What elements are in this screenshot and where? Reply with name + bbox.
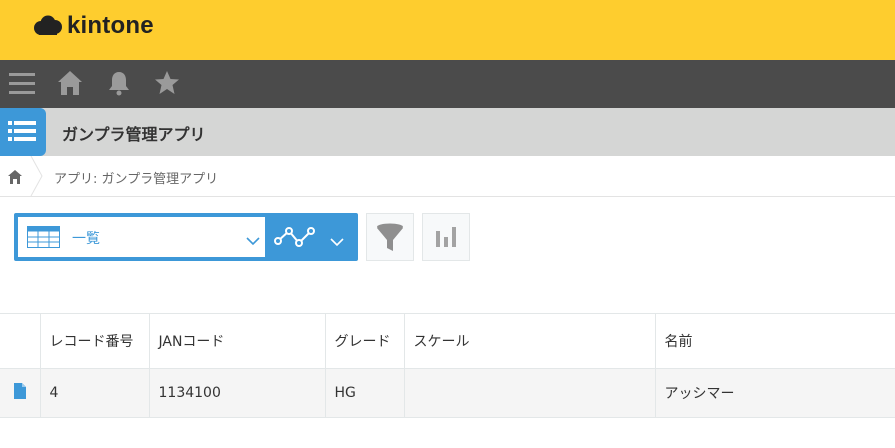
records-table: レコード番号 JANコード グレード スケール 名前 4 1134100 HG … [0, 313, 895, 418]
bell-icon[interactable] [106, 70, 132, 100]
app-header: ガンプラ管理アプリ [0, 108, 895, 156]
graph-dropdown-button[interactable] [272, 217, 356, 257]
breadcrumb-separator-icon [29, 155, 45, 200]
record-detail-link[interactable] [0, 368, 41, 418]
home-icon[interactable] [57, 70, 83, 100]
star-icon[interactable] [154, 70, 180, 100]
column-header-detail [0, 313, 41, 369]
column-header-name[interactable]: 名前 [655, 313, 895, 369]
breadcrumb-home-icon[interactable] [8, 169, 22, 188]
cloud-logo-icon [34, 15, 62, 35]
cell-grade: HG [325, 368, 405, 418]
chevron-down-icon [246, 231, 260, 250]
column-header-record-number[interactable]: レコード番号 [40, 313, 150, 369]
cell-jan-code: 1134100 [149, 368, 326, 418]
column-header-jan-code[interactable]: JANコード [149, 313, 326, 369]
brand-name: kintone [67, 12, 154, 39]
document-icon [13, 383, 26, 399]
view-name: 一覧 [72, 231, 100, 247]
cell-name: アッシマー [655, 368, 895, 418]
bar-chart-icon [436, 227, 456, 251]
table-view-icon [27, 226, 60, 252]
line-graph-icon [274, 225, 316, 253]
kintone-logo[interactable]: kintone [33, 12, 154, 40]
view-selector-group: 一覧 [14, 213, 358, 261]
breadcrumb: アプリ: ガンプラ管理アプリ [0, 155, 895, 200]
table-row[interactable]: 4 1134100 HG アッシマー [0, 368, 895, 418]
app-icon[interactable] [0, 108, 46, 156]
list-icon [8, 121, 36, 141]
cell-record-number: 4 [40, 368, 150, 418]
top-nav [0, 60, 895, 108]
cell-scale [404, 368, 656, 418]
view-select-dropdown[interactable]: 一覧 [18, 217, 265, 257]
brand-bar: kintone [0, 0, 895, 60]
chevron-down-icon [330, 232, 344, 251]
column-header-scale[interactable]: スケール [404, 313, 656, 369]
breadcrumb-app-link[interactable]: アプリ: ガンプラ管理アプリ [54, 168, 218, 187]
column-header-grade[interactable]: グレード [325, 313, 405, 369]
table-header-row: レコード番号 JANコード グレード スケール 名前 [0, 313, 895, 369]
app-title: ガンプラ管理アプリ [62, 125, 206, 144]
menu-icon[interactable] [9, 71, 35, 101]
filter-button[interactable] [366, 213, 414, 261]
filter-icon [376, 223, 404, 257]
chart-button[interactable] [422, 213, 470, 261]
